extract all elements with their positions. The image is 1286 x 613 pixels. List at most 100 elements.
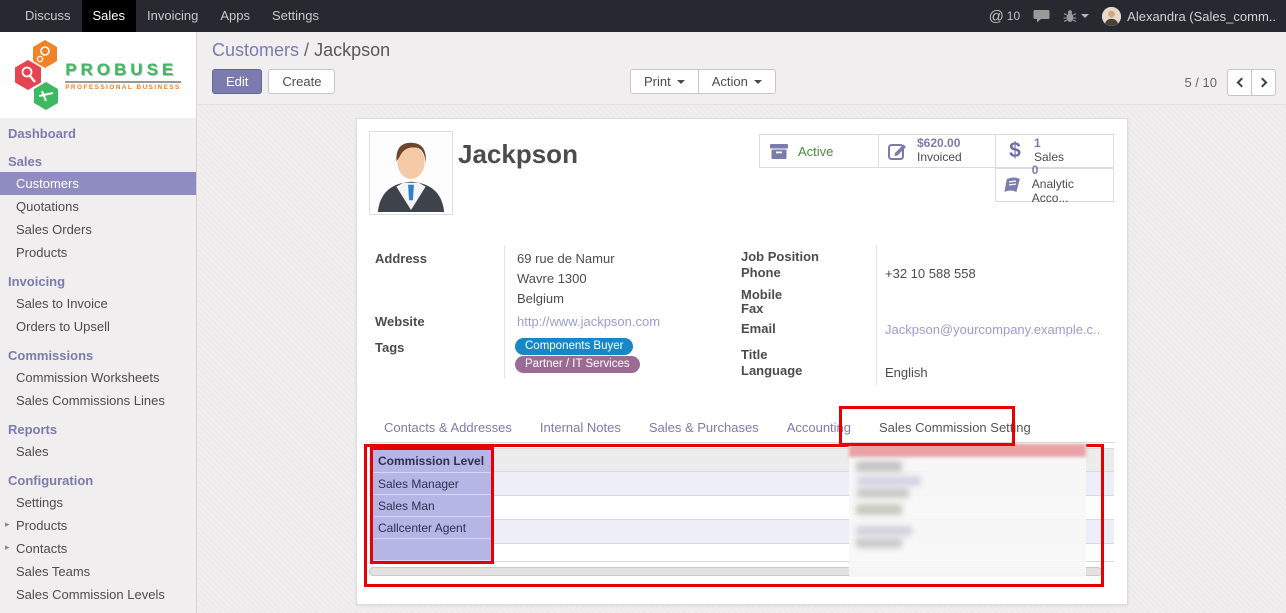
sidebar-item-sales-commission-levels[interactable]: Sales Commission Levels bbox=[0, 583, 196, 606]
app-menu: Discuss Sales Invoicing Apps Settings bbox=[0, 0, 330, 32]
phone-value: +32 10 588 558 bbox=[885, 266, 976, 281]
app-menu-settings[interactable]: Settings bbox=[261, 0, 330, 32]
commission-level-cell-empty[interactable] bbox=[373, 539, 491, 561]
topbar-right: @ 10 Al bbox=[989, 0, 1286, 32]
control-panel: Customers / Jackpson Edit Create Print A… bbox=[198, 32, 1286, 105]
debug-icon[interactable] bbox=[1063, 9, 1089, 23]
page-title: Jackpson bbox=[458, 139, 578, 170]
invoice-edit-icon bbox=[887, 142, 909, 160]
sidebar-item-config-products[interactable]: ▸Products bbox=[0, 514, 196, 537]
tab-accounting[interactable]: Accounting bbox=[773, 411, 865, 442]
action-button[interactable]: Action bbox=[698, 69, 776, 94]
sidebar-section-reports[interactable]: Reports bbox=[0, 418, 196, 440]
sidebar-section-invoicing[interactable]: Invoicing bbox=[0, 270, 196, 292]
redacted-text bbox=[857, 488, 909, 498]
invoiced-stat-button[interactable]: $620.00 Invoiced bbox=[878, 134, 996, 168]
action-buttons: Print Action bbox=[630, 69, 776, 94]
mention-counter[interactable]: @ 10 bbox=[989, 8, 1021, 25]
sidebar-item-commission-worksheets[interactable]: Commission Worksheets bbox=[0, 366, 196, 389]
sidebar-section-sales[interactable]: Sales bbox=[0, 150, 196, 172]
commission-level-cell[interactable]: Sales Manager bbox=[373, 473, 491, 495]
job-position-label: Job Position bbox=[741, 249, 819, 264]
chevron-down-icon bbox=[754, 80, 762, 84]
commission-level-cell[interactable]: Sales Man bbox=[373, 495, 491, 517]
mobile-label: Mobile bbox=[741, 287, 782, 302]
pager-next-button[interactable] bbox=[1251, 69, 1276, 96]
commission-level-header[interactable]: Commission Level bbox=[373, 450, 491, 473]
active-status-label: Active bbox=[798, 144, 833, 159]
username-label: Alexandra (Sales_comm.. bbox=[1127, 9, 1276, 24]
tab-internal-notes[interactable]: Internal Notes bbox=[526, 411, 635, 442]
sidebar: PROBUSE PROFESSIONAL BUSINESS Dashboard … bbox=[0, 32, 197, 613]
pager: 5 / 10 bbox=[1184, 69, 1276, 96]
field-separator bbox=[876, 245, 877, 385]
messages-icon[interactable] bbox=[1033, 9, 1050, 23]
commission-level-column: Commission Level Sales Manager Sales Man… bbox=[370, 447, 494, 564]
print-button[interactable]: Print bbox=[630, 69, 699, 94]
tab-sales-purchases[interactable]: Sales & Purchases bbox=[635, 411, 773, 442]
app-menu-discuss[interactable]: Discuss bbox=[14, 0, 82, 32]
commission-level-cell[interactable]: Callcenter Agent bbox=[373, 517, 491, 539]
sidebar-item-sales-teams[interactable]: Sales Teams bbox=[0, 560, 196, 583]
sidebar-item-reports-sales[interactable]: Sales bbox=[0, 440, 196, 463]
create-button[interactable]: Create bbox=[268, 69, 335, 94]
sidebar-section-commissions[interactable]: Commissions bbox=[0, 344, 196, 366]
title-label: Title bbox=[741, 347, 768, 362]
address-line-2: Wavre 1300 bbox=[517, 271, 587, 286]
content-background: Jackpson Active $620.00 Invoiced bbox=[198, 105, 1286, 613]
app-window: Discuss Sales Invoicing Apps Settings @ … bbox=[0, 0, 1286, 613]
address-label: Address bbox=[375, 251, 427, 266]
sales-count-label: Sales bbox=[1034, 151, 1064, 165]
sidebar-item-customers[interactable]: Customers bbox=[0, 172, 196, 195]
form-sheet: Jackpson Active $620.00 Invoiced bbox=[356, 118, 1128, 605]
customer-photo[interactable] bbox=[369, 131, 453, 215]
sidebar-item-sales-commissions-lines[interactable]: Sales Commissions Lines bbox=[0, 389, 196, 412]
sidebar-item-orders-to-upsell[interactable]: Orders to Upsell bbox=[0, 315, 196, 338]
address-line-3: Belgium bbox=[517, 291, 564, 306]
sidebar-item-dashboard[interactable]: Dashboard bbox=[0, 122, 196, 144]
pager-value: 5 / 10 bbox=[1184, 75, 1217, 90]
sidebar-item-label: Contacts bbox=[16, 541, 67, 556]
address-line-1: 69 rue de Namur bbox=[517, 251, 615, 266]
company-logo[interactable]: PROBUSE PROFESSIONAL BUSINESS bbox=[0, 32, 196, 118]
sales-stat-button[interactable]: $ 1 Sales bbox=[995, 134, 1114, 168]
logo-subtitle: PROFESSIONAL BUSINESS bbox=[65, 81, 181, 91]
notebook-tabs: Contacts & Addresses Internal Notes Sale… bbox=[370, 411, 1115, 443]
sidebar-item-settings[interactable]: Settings bbox=[0, 491, 196, 514]
email-link[interactable]: Jackpson@yourcompany.example.c.. bbox=[885, 322, 1100, 337]
tag-components-buyer[interactable]: Components Buyer bbox=[515, 338, 633, 355]
action-label: Action bbox=[712, 74, 748, 89]
website-link[interactable]: http://www.jackpson.com bbox=[517, 314, 660, 329]
at-icon: @ bbox=[989, 8, 1004, 25]
tab-sales-commission-setting[interactable]: Sales Commission Setting bbox=[865, 411, 1045, 442]
app-menu-invoicing[interactable]: Invoicing bbox=[136, 0, 209, 32]
sidebar-item-config-contacts[interactable]: ▸ Contacts bbox=[0, 537, 196, 560]
edit-button[interactable]: Edit bbox=[212, 69, 262, 94]
businessman-avatar-icon bbox=[372, 134, 450, 212]
redacted-text bbox=[856, 526, 912, 536]
breadcrumb-current: Jackpson bbox=[314, 40, 390, 60]
active-toggle-button[interactable]: Active bbox=[759, 134, 879, 168]
redacted-text bbox=[857, 476, 921, 486]
sidebar-item-products[interactable]: Products bbox=[0, 241, 196, 264]
tags-label: Tags bbox=[375, 340, 404, 355]
redacted-text bbox=[856, 538, 902, 548]
sidebar-section-configuration[interactable]: Configuration bbox=[0, 469, 196, 491]
redacted-text bbox=[856, 461, 902, 472]
user-menu[interactable]: Alexandra (Sales_comm.. bbox=[1102, 7, 1276, 26]
breadcrumb-customers[interactable]: Customers bbox=[212, 40, 299, 60]
sidebar-item-sales-orders[interactable]: Sales Orders bbox=[0, 218, 196, 241]
sidebar-item-quotations[interactable]: Quotations bbox=[0, 195, 196, 218]
expand-arrow-icon[interactable]: ▸ bbox=[5, 519, 10, 530]
pager-previous-button[interactable] bbox=[1227, 69, 1252, 96]
sidebar-item-sales-to-invoice[interactable]: Sales to Invoice bbox=[0, 292, 196, 315]
dollar-icon: $ bbox=[1004, 139, 1026, 163]
analytic-count-value: 0 bbox=[1032, 164, 1105, 178]
app-menu-sales[interactable]: Sales bbox=[82, 0, 137, 32]
analytic-accounts-stat-button[interactable]: 0 Analytic Acco... bbox=[995, 168, 1114, 202]
tag-partner-it-services[interactable]: Partner / IT Services bbox=[515, 356, 640, 373]
app-menu-apps[interactable]: Apps bbox=[209, 0, 261, 32]
expand-arrow-icon[interactable]: ▸ bbox=[5, 542, 10, 553]
tab-contacts-addresses[interactable]: Contacts & Addresses bbox=[370, 411, 526, 442]
sales-count-value: 1 bbox=[1034, 137, 1064, 151]
